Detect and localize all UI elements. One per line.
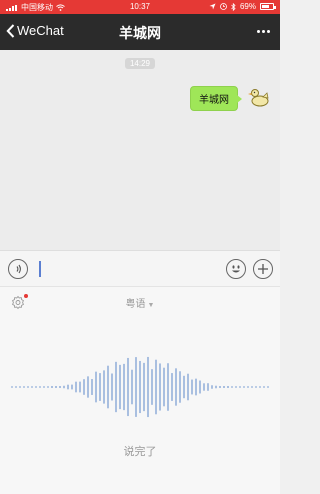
waveform-bar <box>199 380 201 394</box>
waveform-bar <box>115 361 117 413</box>
more-icon <box>257 30 260 33</box>
chevron-left-icon <box>6 23 15 38</box>
waveform-bar <box>187 373 189 401</box>
waveform-bar <box>47 386 49 388</box>
waveform-bar <box>15 386 17 388</box>
waveform-bar <box>235 386 237 388</box>
waveform-bar <box>211 385 213 389</box>
waveform-bar <box>239 386 241 388</box>
waveform-bar <box>75 381 77 393</box>
back-label: WeChat <box>17 23 64 38</box>
waveform-bar <box>107 365 109 409</box>
waveform-bar <box>191 379 193 395</box>
avatar[interactable] <box>246 84 272 110</box>
waveform-bar <box>179 371 181 403</box>
done-speaking-button[interactable]: 说完了 <box>0 443 280 459</box>
waveform-bar <box>223 386 225 388</box>
waveform-bar <box>95 371 97 403</box>
waveform-bar <box>247 386 249 388</box>
waveform-bar <box>51 386 53 388</box>
waveform-bar <box>131 369 133 405</box>
input-bar <box>0 250 280 286</box>
voice-icon <box>14 264 21 274</box>
nav-bar: WeChat 羊城网 <box>0 14 280 50</box>
waveform-bar <box>23 386 25 388</box>
waveform-bar <box>183 375 185 399</box>
waveform-bar <box>87 376 89 398</box>
waveform-bar <box>163 367 165 407</box>
waveform-bar <box>215 385 217 389</box>
message-timestamp: 14:29 <box>124 58 156 69</box>
waveform-bar <box>147 356 149 418</box>
language-label: 粤语 <box>125 299 146 310</box>
waveform-bar <box>31 386 33 388</box>
back-button[interactable]: WeChat <box>6 23 64 38</box>
waveform-bar <box>79 381 81 393</box>
waveform-bar <box>11 386 13 388</box>
waveform-bar <box>219 386 221 388</box>
chevron-down-icon: ▼ <box>147 302 155 309</box>
more-button[interactable] <box>257 30 270 33</box>
message-bubble[interactable]: 羊城网 <box>190 86 242 111</box>
voice-waveform <box>11 356 269 418</box>
waveform-bar <box>119 364 121 410</box>
chat-area[interactable]: 14:29 羊城网 <box>0 50 280 250</box>
battery-icon <box>260 3 276 10</box>
clock-icon <box>220 3 227 10</box>
waveform-bar <box>159 363 161 411</box>
waveform-bar <box>251 386 253 388</box>
emoji-button[interactable] <box>226 259 246 279</box>
waveform-bar <box>207 383 209 391</box>
waveform-bar <box>143 362 145 412</box>
waveform-bar <box>59 386 61 388</box>
waveform-bar <box>35 386 37 388</box>
waveform-bar <box>71 384 73 390</box>
language-select[interactable]: 粤语 ▼ <box>0 295 280 310</box>
waveform-bar <box>43 386 45 388</box>
waveform-bar <box>155 359 157 415</box>
waveform-bar <box>203 383 205 391</box>
waveform-bar <box>259 386 261 388</box>
waveform-bar <box>135 357 137 417</box>
waveform-bar <box>243 386 245 388</box>
waveform-bar <box>103 370 105 404</box>
plus-icon <box>258 264 268 274</box>
waveform-bar <box>39 386 41 388</box>
waveform-bar <box>267 386 269 388</box>
waveform-bar <box>111 373 113 401</box>
waveform-bar <box>263 386 265 388</box>
waveform-bar <box>175 368 177 406</box>
waveform-bar <box>167 363 169 411</box>
waveform-bar <box>195 378 197 396</box>
waveform-bar <box>127 357 129 417</box>
waveform-bar <box>63 385 65 389</box>
waveform-bar <box>55 386 57 388</box>
waveform-bar <box>83 379 85 395</box>
waveform-bar <box>19 386 21 388</box>
waveform-bar <box>27 386 29 388</box>
waveform-bar <box>231 386 233 388</box>
status-bar: 中国移动 10:37 69% <box>0 0 280 14</box>
waveform-bar <box>67 384 69 390</box>
voice-input-panel: 粤语 ▼ 说完了 <box>0 286 280 494</box>
waveform-bar <box>227 386 229 388</box>
location-icon <box>209 3 216 10</box>
bluetooth-icon <box>231 2 236 11</box>
waveform-bar <box>255 386 257 388</box>
emoji-icon <box>232 265 240 273</box>
battery-percent: 69% <box>239 2 256 11</box>
waveform-bar <box>151 369 153 405</box>
waveform-bar <box>139 360 141 414</box>
waveform-bar <box>99 373 101 401</box>
waveform-bar <box>123 363 125 411</box>
waveform-bar <box>91 379 93 395</box>
status-right: 69% <box>209 2 276 11</box>
text-input-cursor[interactable] <box>39 261 41 277</box>
plus-button[interactable] <box>253 259 273 279</box>
voice-button[interactable] <box>8 259 28 279</box>
waveform-bar <box>171 373 173 401</box>
